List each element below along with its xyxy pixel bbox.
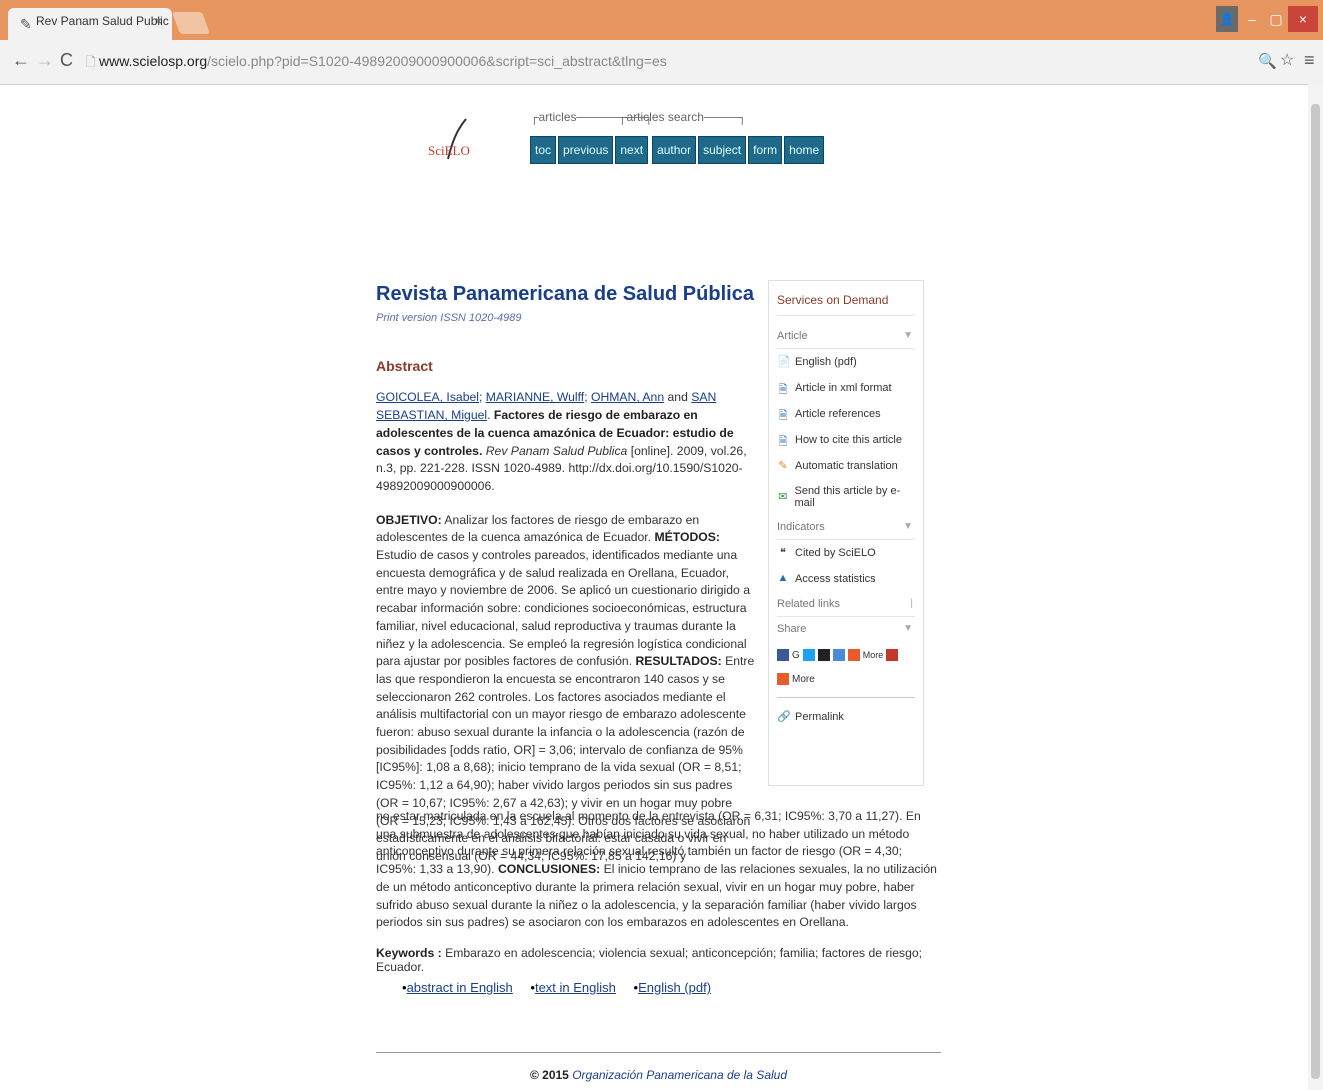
resultados-label: RESULTADOS: — [635, 654, 722, 669]
automatic-translation-item[interactable]: ✎ Automatic translation — [777, 453, 915, 479]
new-tab-button[interactable] — [171, 12, 211, 34]
objetivo-label: OBJETIVO: — [376, 512, 442, 527]
email-share-icon[interactable] — [886, 649, 899, 661]
share-icon[interactable] — [832, 649, 845, 661]
next-button[interactable]: next — [615, 136, 649, 164]
more-link-2[interactable]: More — [792, 674, 815, 685]
cited-icon: ❝ — [780, 547, 786, 559]
how-to-cite-item[interactable]: 🗎 How to cite this article — [777, 427, 915, 453]
footer-divider — [376, 1052, 941, 1053]
google-plus-icon[interactable]: G — [792, 650, 800, 661]
article-content: Revista Panamericana de Salud Pública Pr… — [376, 282, 756, 866]
text-english-link[interactable]: text in English — [535, 980, 616, 995]
xml-format-item[interactable]: 🗎 Article in xml format — [777, 375, 915, 401]
tab-title: Rev Panam Salud Public — [36, 14, 169, 28]
user-icon[interactable]: 👤 — [1216, 6, 1238, 32]
services-panel: Services on Demand Article ▼ 📄 English (pd… — [768, 280, 924, 786]
email-icon: ✉ — [778, 491, 788, 503]
issn: Print version ISSN 1020-4989 — [376, 312, 522, 324]
link-icon: 🔗 — [777, 711, 791, 723]
access-statistics-item[interactable]: ▲ Access statistics — [777, 566, 915, 592]
abstract-english-link[interactable]: abstract in English — [407, 980, 513, 995]
chevron-down-icon: ▼ — [903, 623, 913, 634]
subject-button[interactable]: subject — [698, 136, 747, 164]
footer-org: Organización Panamericana de la Salud — [572, 1068, 788, 1082]
facebook-icon[interactable] — [777, 649, 789, 661]
xml-icon: 🗎 — [778, 384, 788, 396]
author-link[interactable]: OHMAN, Ann — [591, 390, 664, 404]
previous-button[interactable]: previous — [558, 136, 614, 164]
favicon-icon: ✎ — [20, 16, 32, 32]
address-bar[interactable]: 🗋 www.scielosp.org/scielo.php?pid=S1020-… — [86, 47, 1306, 75]
abstract-body-continued: no estar matriculada en la escuela al mo… — [376, 808, 941, 932]
share-buttons: G More — [777, 641, 915, 665]
language-links: •abstract in English •text in English •E… — [402, 980, 712, 995]
url-host: www.scielosp.org — [98, 53, 208, 69]
browser-titlebar: ✎ Rev Panam Salud Public × 👤 – ▢ × — [0, 0, 1323, 40]
home-button[interactable]: home — [784, 136, 825, 164]
english-pdf-item[interactable]: 📄 English (pdf) — [777, 349, 915, 375]
scielo-logo[interactable]: SciELO — [426, 115, 476, 165]
reload-icon[interactable]: C — [60, 50, 73, 71]
tab-close-icon[interactable]: × — [155, 14, 162, 28]
conclusiones-label: CONCLUSIONES: — [497, 862, 601, 877]
references-icon: 🗎 — [778, 410, 788, 422]
share-buttons-row2: More — [777, 665, 915, 698]
delicious-icon[interactable] — [817, 649, 830, 661]
footer-year: © 2015 — [529, 1068, 569, 1082]
more-link-1[interactable]: More — [863, 650, 884, 660]
statistics-icon: ▲ — [777, 572, 789, 584]
minimize-button[interactable]: – — [1240, 6, 1264, 32]
close-window-button[interactable]: × — [1288, 6, 1318, 32]
abstract-heading: Abstract — [376, 357, 433, 374]
and-text: and — [667, 390, 688, 405]
toc-button[interactable]: toc — [530, 136, 557, 164]
related-links-section[interactable]: Related links | — [777, 592, 915, 617]
nav-toolbar: toc previous next author subject form ho… — [530, 136, 825, 164]
url-path: /scielo.php?pid=S1020-49892009000900006&… — [207, 53, 667, 69]
scrollbar[interactable] — [1308, 84, 1323, 1090]
permalink-item[interactable]: 🔗 Permalink — [777, 698, 915, 730]
scrollbar-thumb[interactable] — [1311, 104, 1320, 1079]
chevron-right-icon: | — [910, 598, 913, 609]
more-share-icon[interactable] — [777, 673, 789, 685]
article-section[interactable]: Article ▼ — [777, 324, 915, 349]
services-heading: Services on Demand — [777, 293, 915, 316]
footer: © 2015 Organización Panamericana de la S… — [376, 1068, 941, 1082]
share-section[interactable]: Share ▼ — [777, 617, 915, 641]
keywords-text: Embarazo en adolescencia; violencia sexu… — [376, 946, 923, 974]
keywords-label: Keywords : — [376, 946, 442, 960]
metodos-text: Estudio de casos y controles pareados, i… — [376, 548, 750, 669]
keywords: Keywords : Embarazo en adolescencia; vio… — [376, 946, 941, 974]
back-icon[interactable]: ← — [12, 50, 30, 71]
indicators-section[interactable]: Indicators ▼ — [777, 515, 915, 540]
forward-icon[interactable]: → — [36, 50, 54, 71]
pdf-icon: 📄 — [777, 356, 791, 368]
metodos-label: MÉTODOS: — [654, 530, 720, 545]
search-nav-label: ┌articles search────┐ — [618, 110, 747, 124]
article-references-item[interactable]: 🗎 Article references — [777, 401, 915, 427]
send-email-item[interactable]: ✉ Send this article by e-mail — [777, 479, 915, 515]
pencil-icon: ✎ — [778, 460, 788, 472]
cite-icon: 🗎 — [778, 436, 788, 448]
chevron-down-icon: ▼ — [903, 521, 913, 532]
page-icon: 🗋 — [86, 55, 99, 69]
english-pdf-link[interactable]: English (pdf) — [638, 980, 711, 995]
author-link[interactable]: GOICOLEA, Isabel — [376, 390, 479, 404]
browser-tab[interactable]: ✎ Rev Panam Salud Public × — [8, 8, 172, 40]
citation: GOICOLEA, Isabel; MARIANNE, Wulff; OHMAN… — [376, 390, 747, 493]
more-share-icon[interactable] — [847, 649, 860, 661]
author-link[interactable]: MARIANNE, Wulff — [486, 390, 584, 404]
form-button[interactable]: form — [748, 136, 783, 164]
cited-by-scielo-item[interactable]: ❝ Cited by SciELO — [777, 540, 915, 566]
maximize-button[interactable]: ▢ — [1264, 6, 1288, 32]
journal-title[interactable]: Revista Panamericana de Salud Pública — [376, 282, 756, 306]
twitter-icon[interactable] — [802, 649, 815, 661]
chevron-down-icon: ▼ — [903, 330, 913, 341]
author-button[interactable]: author — [652, 136, 697, 164]
logo-text: SciELO — [428, 143, 470, 158]
citation-journal: Rev Panam Salud Publica — [485, 443, 628, 458]
